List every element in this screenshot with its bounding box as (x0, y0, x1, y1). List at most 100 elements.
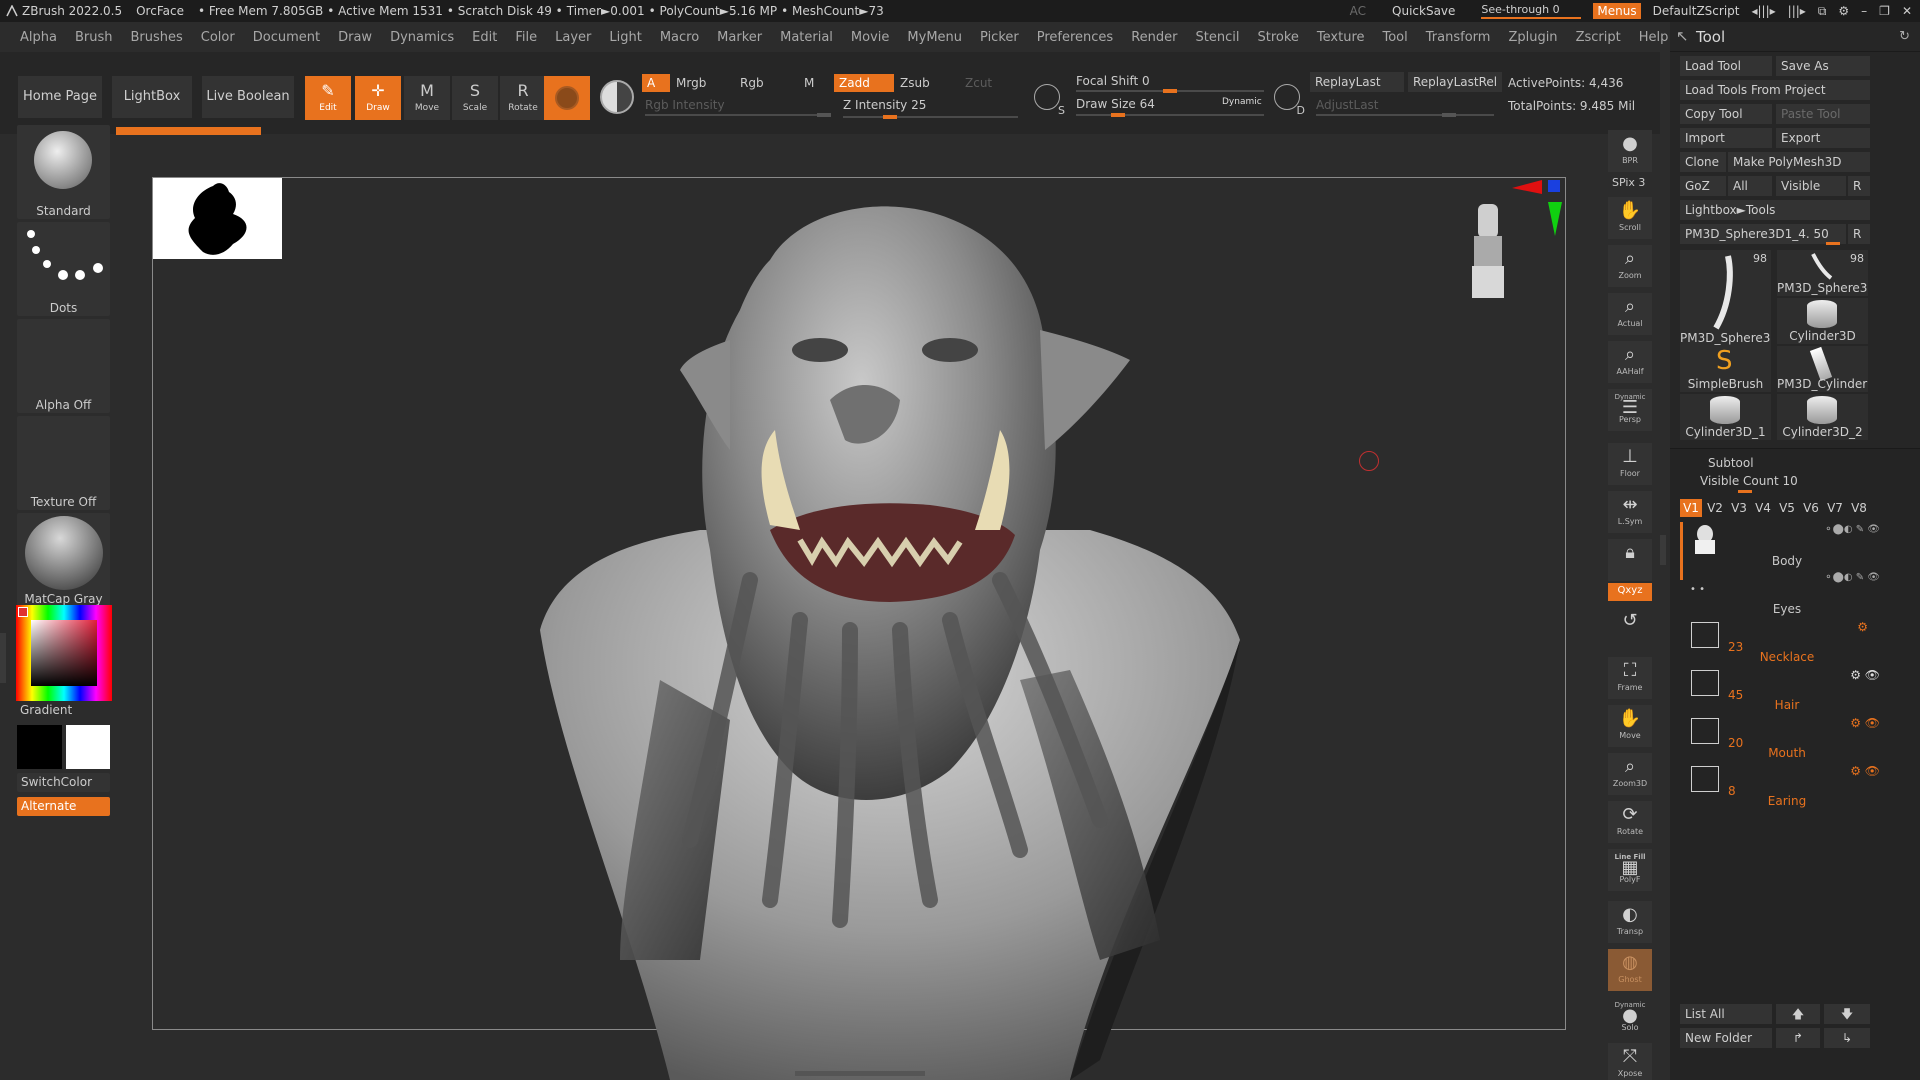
necklace-gear-icon[interactable]: ⚙ (1857, 620, 1868, 634)
primary-color-swatch[interactable] (17, 725, 62, 769)
alpha-selector[interactable]: Alpha Off (17, 319, 110, 413)
export-button[interactable]: Export (1776, 128, 1870, 148)
pin-icon[interactable]: ↻ (1899, 29, 1910, 44)
bpr-button[interactable]: ● BPR (1608, 130, 1652, 172)
goz-visible-button[interactable]: Visible (1776, 176, 1846, 196)
floor-button[interactable]: ⊥ Floor (1608, 443, 1652, 485)
sculpt-mode-button[interactable] (544, 76, 590, 120)
z-intensity-track[interactable] (843, 115, 1018, 119)
earing-gear-icon[interactable]: ⚙ 👁︎ (1850, 764, 1880, 778)
tool-thumb-4[interactable]: S SimpleBrush (1680, 346, 1771, 392)
tool-thumb-2[interactable]: 98 PM3D_Sphere3D (1777, 250, 1868, 296)
close-icon[interactable]: ✕ (1902, 4, 1912, 18)
menu-texture[interactable]: Texture (1317, 30, 1365, 45)
live-boolean-button[interactable]: Live Boolean (202, 76, 294, 118)
aahalf-button[interactable]: ⌕ AAHalf (1608, 341, 1652, 383)
version-v4-button[interactable]: V4 (1752, 499, 1774, 517)
menu-stroke[interactable]: Stroke (1257, 30, 1298, 45)
move-to-folder-button[interactable]: ↱ (1776, 1028, 1820, 1048)
rotate-view-button[interactable]: ⟳ Rotate (1608, 801, 1652, 843)
navigation-head-icon[interactable] (1468, 200, 1508, 304)
polypaint-toggle-icon[interactable] (600, 80, 634, 114)
save-as-button[interactable]: Save As (1776, 56, 1870, 76)
color-saturation-square[interactable] (31, 620, 97, 686)
tool-thumb-1[interactable]: 98 PM3D_Sphere3D (1680, 250, 1771, 346)
goz-button[interactable]: GoZ (1680, 176, 1726, 196)
quicksave-button[interactable]: QuickSave (1392, 4, 1455, 18)
xpose-button[interactable]: ⤧ Xpose (1608, 1043, 1652, 1080)
z-intensity-slider[interactable]: Z Intensity 25 (843, 98, 926, 112)
bottom-shelf-handle[interactable] (795, 1071, 925, 1076)
visible-count-slider[interactable]: Visible Count 10 (1700, 474, 1798, 488)
lazy-mouse-icon[interactable]: S (1034, 84, 1065, 117)
rotate-button[interactable]: R Rotate (500, 76, 546, 120)
ghost-button[interactable]: ◍ Ghost (1608, 949, 1652, 991)
rgb-toggle[interactable]: Rgb (740, 76, 764, 90)
menu-file[interactable]: File (515, 30, 537, 45)
menu-dynamics[interactable]: Dynamics (390, 30, 454, 45)
scroll-button[interactable]: ✋ Scroll (1608, 197, 1652, 239)
xyz-button[interactable]: Qxyz (1608, 583, 1652, 601)
subtool-mouth[interactable]: 20 ⚙ 👁︎ Mouth (1688, 714, 1886, 760)
menu-material[interactable]: Material (780, 30, 833, 45)
tool-thumb-5[interactable]: PM3D_Cylinder3 (1777, 346, 1868, 392)
focal-shift-track[interactable] (1076, 89, 1264, 93)
move-view-button[interactable]: ✋ Move (1608, 705, 1652, 747)
transp-button[interactable]: ◐ Transp (1608, 901, 1652, 943)
home-page-button[interactable]: Home Page (18, 76, 102, 118)
draw-size-track[interactable] (1076, 113, 1264, 117)
polyf-button[interactable]: Line Fill ▦ PolyF (1608, 849, 1652, 891)
menu-zplugin[interactable]: Zplugin (1508, 30, 1557, 45)
version-v5-button[interactable]: V5 (1776, 499, 1798, 517)
current-tool-slider[interactable]: PM3D_Sphere3D1_4. 50 (1680, 224, 1846, 244)
a-toggle[interactable]: A (642, 74, 670, 92)
texture-selector[interactable]: Texture Off (17, 416, 110, 510)
mouth-gear-icon[interactable]: ⚙ 👁︎ (1850, 716, 1880, 730)
menu-macro[interactable]: Macro (660, 30, 699, 45)
scale-button[interactable]: S Scale (452, 76, 498, 120)
gradient-label[interactable]: Gradient (20, 703, 72, 717)
menu-mymenu[interactable]: MyMenu (907, 30, 962, 45)
move-up-button[interactable]: 🡅 (1776, 1004, 1820, 1024)
secondary-color-swatch[interactable] (66, 725, 110, 769)
axis-gizmo-icon[interactable] (1508, 178, 1564, 238)
default-zscript-button[interactable]: DefaultZScript (1653, 4, 1740, 18)
menu-draw[interactable]: Draw (338, 30, 372, 45)
m-toggle[interactable]: M (804, 76, 814, 90)
list-all-button[interactable]: List All (1680, 1004, 1772, 1024)
load-tool-button[interactable]: Load Tool (1680, 56, 1772, 76)
focal-shift-slider[interactable]: Focal Shift 0 (1076, 74, 1150, 88)
layout-icon-1[interactable]: ◂|||▸ (1751, 4, 1775, 18)
menu-document[interactable]: Document (253, 30, 320, 45)
menu-layer[interactable]: Layer (555, 30, 591, 45)
subtool-earing[interactable]: 8 ⚙ 👁︎ Earing (1688, 762, 1886, 808)
lightbox-button[interactable]: LightBox (112, 76, 192, 118)
edit-button[interactable]: ✎ Edit (305, 76, 351, 120)
load-tools-from-project-button[interactable]: Load Tools From Project (1680, 80, 1870, 100)
version-v1-button[interactable]: V1 (1680, 499, 1702, 517)
menu-marker[interactable]: Marker (717, 30, 762, 45)
right-shelf-collapse-handle[interactable] (1660, 535, 1666, 565)
zcut-toggle[interactable]: Zcut (965, 76, 992, 90)
goz-all-button[interactable]: All (1728, 176, 1772, 196)
menu-movie[interactable]: Movie (851, 30, 889, 45)
dynamic-toggle[interactable]: Dynamic (1222, 97, 1262, 107)
persp-button[interactable]: Dynamic ☰ Persp (1608, 389, 1652, 431)
menu-render[interactable]: Render (1131, 30, 1177, 45)
menu-stencil[interactable]: Stencil (1196, 30, 1240, 45)
rgb-intensity-slider[interactable]: Rgb Intensity (645, 98, 725, 112)
subtool-hair[interactable]: 45 ⚙ 👁︎ Hair (1688, 666, 1886, 712)
adjust-last-slider[interactable]: AdjustLast (1316, 98, 1379, 112)
brush-selector[interactable]: Standard (17, 125, 110, 219)
interface-icon[interactable]: ⧉ (1818, 4, 1827, 19)
material-selector[interactable]: MatCap Gray (17, 513, 110, 607)
mrgb-toggle[interactable]: Mrgb (676, 76, 706, 90)
menu-preferences[interactable]: Preferences (1037, 30, 1113, 45)
alternate-button[interactable]: Alternate (17, 797, 110, 816)
hair-gear-icon[interactable]: ⚙ 👁︎ (1850, 668, 1880, 682)
version-v7-button[interactable]: V7 (1824, 499, 1846, 517)
adjust-last-track[interactable] (1316, 113, 1494, 117)
replay-last-button[interactable]: ReplayLast (1310, 72, 1404, 92)
zoom3d-button[interactable]: ⌕ Zoom3D (1608, 753, 1652, 795)
body-visibility-icon[interactable]: ⚬⬤◐ ✎ 👁︎ (1824, 524, 1880, 535)
